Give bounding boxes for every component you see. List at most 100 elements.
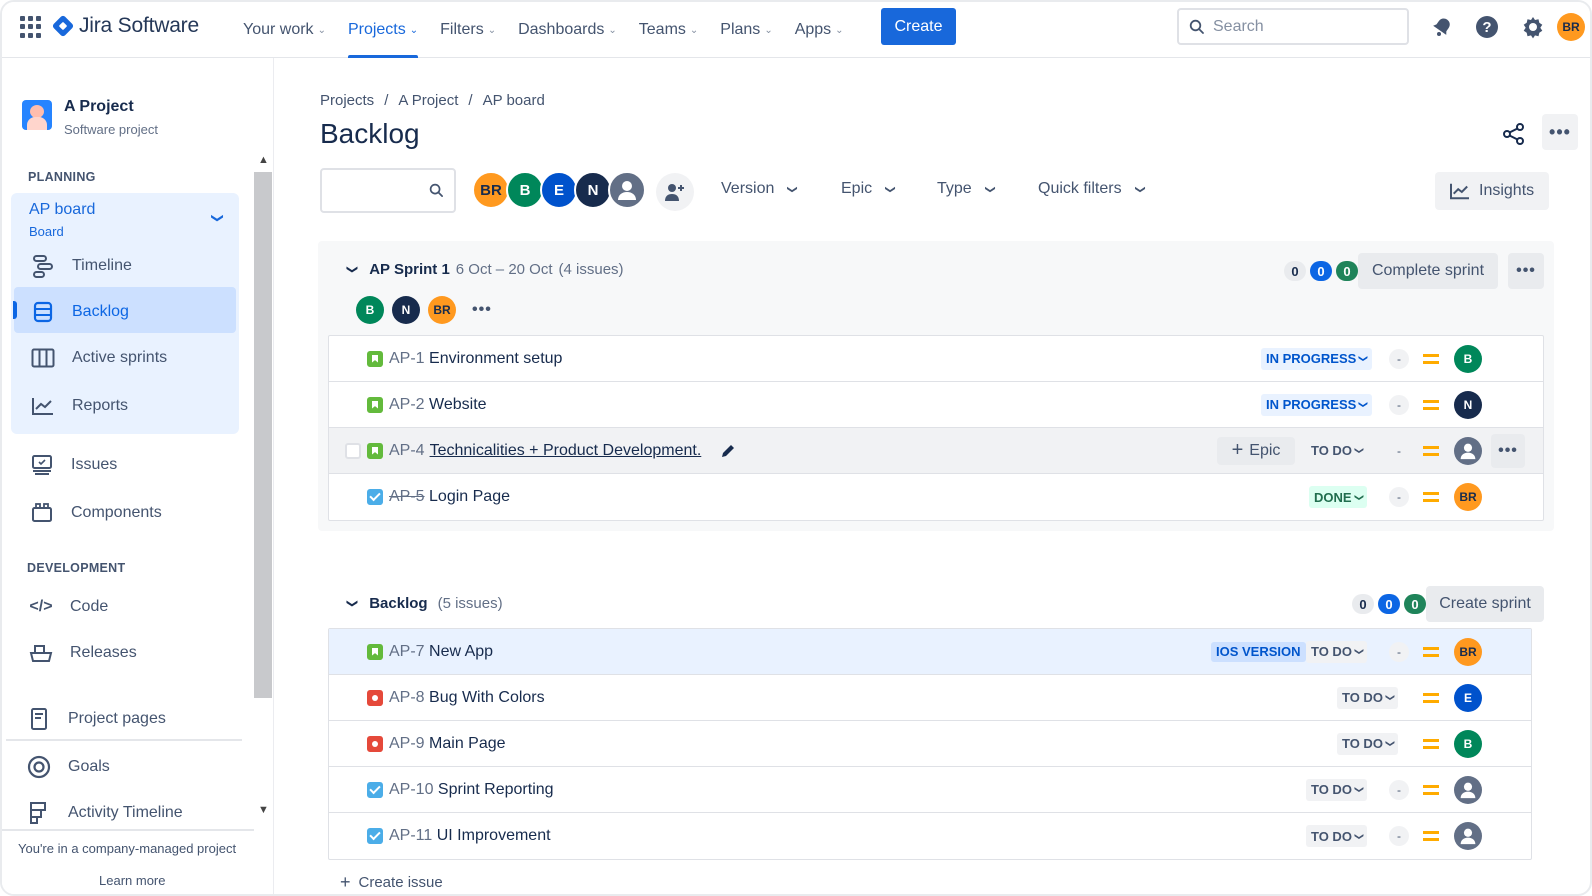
- issue-more-button[interactable]: •••: [1491, 433, 1525, 468]
- assignee-avatar[interactable]: N: [1454, 390, 1482, 419]
- issue-checkbox[interactable]: [345, 442, 361, 459]
- collapse-chevron-icon[interactable]: ❯: [346, 599, 359, 608]
- scrollbar-thumb[interactable]: [254, 172, 272, 698]
- story-points[interactable]: -: [1389, 826, 1409, 846]
- issue-summary[interactable]: Login Page: [429, 488, 510, 505]
- nav-projects[interactable]: Projects ⌄: [347, 2, 419, 58]
- sidebar-item-timeline[interactable]: Timeline: [30, 253, 132, 279]
- help-icon[interactable]: ?: [1474, 14, 1500, 40]
- sidebar-scrollbar[interactable]: ▲ ▼: [254, 154, 272, 824]
- unassigned-avatar[interactable]: [1454, 436, 1482, 465]
- chevron-down-icon[interactable]: ❯: [211, 213, 225, 223]
- quick-filters[interactable]: Quick filters ❯: [1038, 180, 1145, 198]
- sidebar-item-activity-timeline[interactable]: Activity Timeline: [26, 800, 183, 826]
- global-search[interactable]: [1177, 8, 1409, 45]
- issue-row[interactable]: AP-11 UI Improvement TO DO ❯ -: [329, 813, 1531, 859]
- nav-dashboards[interactable]: Dashboards ⌄: [518, 2, 617, 58]
- unassigned-avatar[interactable]: [1454, 775, 1482, 804]
- story-points[interactable]: -: [1389, 440, 1409, 461]
- backlog-search[interactable]: [320, 168, 456, 213]
- scroll-up-icon[interactable]: ▲: [258, 154, 269, 166]
- issue-summary[interactable]: Environment setup: [429, 350, 562, 367]
- search-input[interactable]: [1213, 17, 1393, 36]
- nav-teams[interactable]: Teams ⌄: [639, 2, 699, 58]
- complete-sprint-button[interactable]: Complete sprint: [1358, 253, 1498, 289]
- issue-summary[interactable]: Technicalities + Product Development.: [430, 442, 702, 460]
- issue-summary[interactable]: Bug With Colors: [429, 689, 545, 706]
- version-lozenge[interactable]: IOS VERSION: [1211, 641, 1306, 662]
- jira-logo[interactable]: Jira Software: [51, 14, 199, 38]
- status-dropdown[interactable]: DONE ❯: [1309, 486, 1368, 508]
- sprint-assignee-avatar[interactable]: BR: [428, 296, 456, 324]
- create-sprint-button[interactable]: Create sprint: [1426, 586, 1544, 622]
- status-dropdown[interactable]: IN PROGRESS ❯: [1261, 393, 1372, 416]
- assignee-avatar[interactable]: BR: [1454, 637, 1482, 666]
- sprint-assignee-avatar[interactable]: N: [392, 296, 420, 324]
- nav-apps[interactable]: Apps ⌄: [795, 2, 844, 58]
- issue-row[interactable]: AP-2 Website IN PROGRESS ❯ - N: [329, 382, 1543, 428]
- project-header[interactable]: A Project Software project: [22, 96, 158, 137]
- breadcrumb-project[interactable]: A Project: [398, 92, 458, 109]
- issue-summary[interactable]: UI Improvement: [437, 827, 551, 844]
- issue-row[interactable]: AP-1 Environment setup IN PROGRESS ❯ - B: [329, 336, 1543, 382]
- edit-pencil-icon[interactable]: [720, 443, 736, 459]
- backlog-name[interactable]: Backlog: [369, 595, 427, 612]
- sidebar-item-reports[interactable]: Reports: [30, 393, 128, 419]
- assignee-filter-avatar[interactable]: E: [540, 171, 578, 209]
- assignee-avatar[interactable]: E: [1454, 683, 1482, 712]
- sidebar-item-releases[interactable]: Releases: [28, 640, 137, 666]
- backlog-search-input[interactable]: [330, 180, 430, 196]
- share-icon[interactable]: [1500, 120, 1528, 148]
- learn-more-link[interactable]: Learn more: [99, 873, 165, 888]
- status-dropdown[interactable]: TO DO ❯: [1306, 778, 1368, 801]
- add-people-button[interactable]: [656, 173, 694, 211]
- assignee-filter-avatar[interactable]: N: [574, 171, 612, 209]
- breadcrumb-board[interactable]: AP board: [483, 92, 545, 109]
- issue-row[interactable]: AP-4 Technicalities + Product Development…: [329, 428, 1543, 474]
- status-dropdown[interactable]: TO DO ❯: [1306, 439, 1368, 462]
- assignee-filter-avatar[interactable]: B: [506, 171, 544, 209]
- issue-key[interactable]: AP-8: [389, 689, 425, 706]
- user-avatar[interactable]: BR: [1557, 13, 1585, 41]
- assignee-avatar[interactable]: B: [1454, 729, 1482, 758]
- insights-button[interactable]: Insights: [1435, 172, 1549, 210]
- issue-key[interactable]: AP-11: [389, 827, 432, 844]
- sprint-more-button[interactable]: •••: [1508, 253, 1544, 289]
- nav-plans[interactable]: Plans ⌄: [720, 2, 772, 58]
- issue-key[interactable]: AP-4: [389, 442, 425, 460]
- create-button[interactable]: Create: [881, 8, 956, 45]
- status-dropdown[interactable]: TO DO ❯: [1337, 732, 1399, 755]
- issue-summary[interactable]: Main Page: [429, 735, 506, 752]
- story-points[interactable]: -: [1389, 487, 1409, 507]
- issue-row[interactable]: AP-8 Bug With Colors TO DO ❯ E: [329, 675, 1531, 721]
- issue-row[interactable]: AP-5 Login Page DONE ❯ - BR: [329, 474, 1543, 520]
- scroll-down-icon[interactable]: ▼: [258, 804, 269, 816]
- sprint-name[interactable]: AP Sprint 1: [369, 261, 450, 278]
- issue-summary[interactable]: Sprint Reporting: [438, 781, 554, 798]
- nav-filters[interactable]: Filters ⌄: [440, 2, 496, 58]
- status-dropdown[interactable]: IN PROGRESS ❯: [1261, 347, 1372, 370]
- sidebar-item-goals[interactable]: Goals: [26, 754, 110, 780]
- more-actions-button[interactable]: •••: [1542, 114, 1578, 150]
- story-points[interactable]: -: [1389, 394, 1409, 415]
- issue-row[interactable]: AP-9 Main Page TO DO ❯ B: [329, 721, 1531, 767]
- settings-icon[interactable]: [1520, 14, 1546, 40]
- status-dropdown[interactable]: TO DO ❯: [1306, 825, 1368, 847]
- sidebar-item-code[interactable]: </> Code: [28, 594, 108, 620]
- issue-key[interactable]: AP-5: [389, 488, 425, 505]
- unassigned-avatar[interactable]: [608, 171, 646, 209]
- add-epic-button[interactable]: + Epic: [1217, 436, 1295, 465]
- create-issue-button[interactable]: + Create issue: [340, 873, 443, 891]
- breadcrumb-projects[interactable]: Projects: [320, 92, 374, 109]
- issue-summary[interactable]: New App: [429, 643, 493, 660]
- issue-key[interactable]: AP-1: [389, 350, 425, 367]
- sidebar-item-issues[interactable]: Issues: [29, 452, 117, 478]
- assignee-avatar[interactable]: BR: [1454, 483, 1482, 511]
- issue-row[interactable]: AP-10 Sprint Reporting TO DO ❯ -: [329, 767, 1531, 813]
- issue-key[interactable]: AP-2: [389, 396, 425, 413]
- sidebar-item-active-sprints[interactable]: Active sprints: [30, 345, 167, 371]
- type-filter[interactable]: Type ❯: [937, 180, 995, 198]
- issue-summary[interactable]: Website: [429, 396, 487, 413]
- story-points[interactable]: -: [1389, 641, 1409, 662]
- sidebar-item-project-pages[interactable]: Project pages: [26, 706, 166, 732]
